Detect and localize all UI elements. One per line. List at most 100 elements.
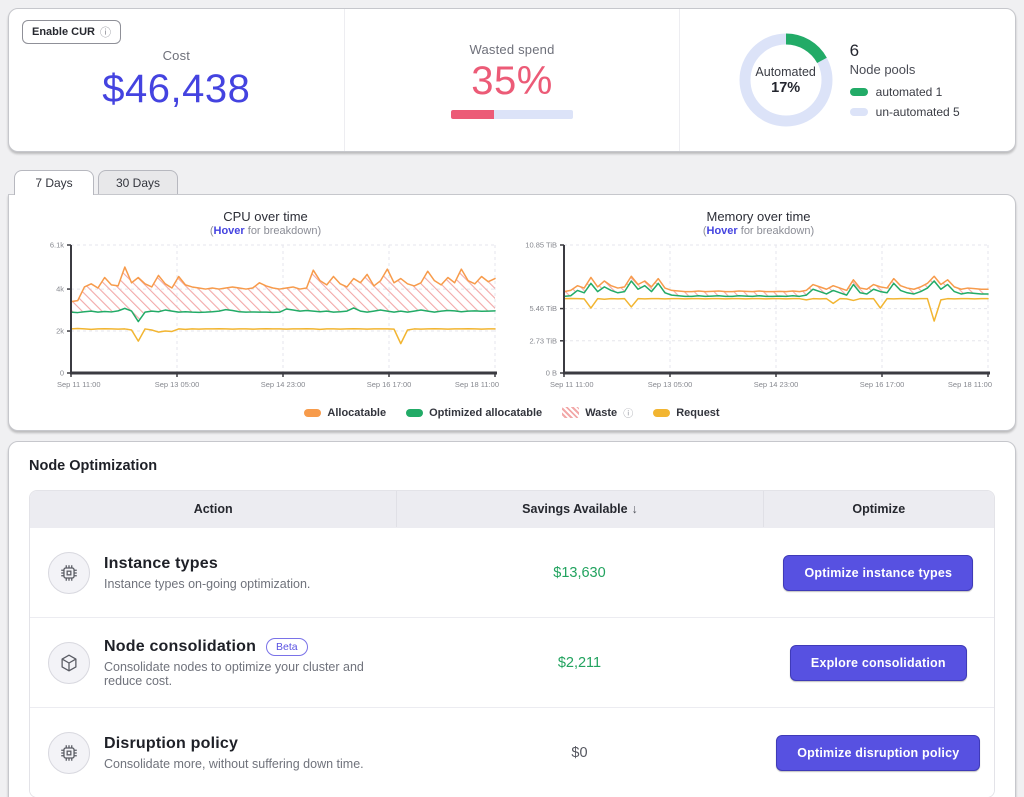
unautomated-swatch-icon <box>850 108 868 116</box>
table-row: Instance types Instance types on-going o… <box>30 527 994 617</box>
cpu-chart-subtitle: (Hover for breakdown) <box>210 225 321 237</box>
svg-text:Sep 11 11:00: Sep 11 11:00 <box>550 380 594 389</box>
svg-text:Sep 13 05:00: Sep 13 05:00 <box>647 380 692 389</box>
waste-info-icon[interactable]: ⓘ <box>623 405 633 420</box>
wasted-spend-progress-fill <box>451 110 494 119</box>
column-header-optimize: Optimize <box>763 491 994 527</box>
info-icon[interactable]: ⓘ <box>100 24 111 40</box>
savings-header-label: Savings Available <box>522 502 627 516</box>
action-cell: Instance types Instance types on-going o… <box>30 538 396 608</box>
optimize-disruption-policy-button[interactable]: Optimize disruption policy <box>776 735 980 771</box>
cost-value: $46,438 <box>102 67 250 112</box>
cpu-chart-title: CPU over time <box>223 209 308 224</box>
wasted-spend-value: 35% <box>471 59 553 104</box>
svg-text:Sep 18 11:00: Sep 18 11:00 <box>454 380 498 389</box>
hover-link: Hover <box>707 225 738 237</box>
savings-value: $13,630 <box>396 565 762 581</box>
action-description: Consolidate more, without suffering down… <box>104 757 364 771</box>
node-pools-info: 6 Node pools automated 1 un-automated 5 <box>850 41 960 119</box>
action-description: Consolidate nodes to optimize your clust… <box>104 660 386 688</box>
savings-value: $2,211 <box>396 655 762 671</box>
svg-text:Sep 16 17:00: Sep 16 17:00 <box>366 380 411 389</box>
column-header-savings[interactable]: Savings Available ↓ <box>396 491 762 527</box>
memory-chart-title: Memory over time <box>706 209 810 224</box>
svg-text:4k: 4k <box>56 285 64 294</box>
action-title: Instance types <box>104 555 218 573</box>
legend-label: Waste <box>585 407 617 419</box>
subtitle-post: for breakdown) <box>738 225 814 237</box>
legend-label: Optimized allocatable <box>429 407 542 419</box>
dashboard-page: Enable CUR ⓘ Cost $46,438 Wasted spend 3… <box>0 0 1024 797</box>
action-cell: Disruption policy Consolidate more, with… <box>30 718 396 788</box>
cube-icon <box>48 642 90 684</box>
tab-30-days[interactable]: 30 Days <box>98 170 178 194</box>
action-description: Instance types on-going optimization. <box>104 577 310 591</box>
wasted-spend-label: Wasted spend <box>469 42 554 57</box>
sort-desc-icon[interactable]: ↓ <box>632 502 638 516</box>
legend-automated-label: automated 1 <box>876 85 943 99</box>
automation-center-value: 17% <box>771 80 800 96</box>
time-range-tabs: 7 Days 30 Days <box>14 170 1016 194</box>
svg-text:Sep 14 23:00: Sep 14 23:00 <box>753 380 798 389</box>
svg-text:10.85 TiB: 10.85 TiB <box>525 241 557 250</box>
explore-consolidation-button[interactable]: Explore consolidation <box>790 645 967 681</box>
svg-text:Sep 14 23:00: Sep 14 23:00 <box>260 380 305 389</box>
legend-label: Allocatable <box>327 407 386 419</box>
svg-text:0: 0 <box>59 369 63 378</box>
svg-text:0 B: 0 B <box>545 369 556 378</box>
legend-unautomated-label: un-automated 5 <box>876 105 960 119</box>
cpu-line-chart[interactable]: 6.1k 4k 2k 0 Sep 11 11:00 Sep 13 05:00 Sep 14 … <box>27 237 505 401</box>
tab-7-days[interactable]: 7 Days <box>14 170 94 195</box>
svg-text:6.1k: 6.1k <box>49 241 63 250</box>
automation-panel: Automated 17% 6 Node pools automated 1 <box>679 9 1015 151</box>
svg-text:Sep 13 05:00: Sep 13 05:00 <box>154 380 199 389</box>
optimized-allocatable-swatch-icon <box>406 409 423 417</box>
svg-text:Sep 18 11:00: Sep 18 11:00 <box>947 380 991 389</box>
optimization-table: Action Savings Available↓ Optimize <box>29 490 995 797</box>
legend-request[interactable]: Request <box>653 407 719 419</box>
legend-item-automated: automated 1 <box>850 85 960 99</box>
legend-waste[interactable]: Waste ⓘ <box>562 405 633 420</box>
node-optimization-card: Node Optimization Action Savings Availab… <box>8 441 1016 797</box>
svg-text:5.46 TiB: 5.46 TiB <box>529 304 557 313</box>
table-header: Action Savings Available↓ Optimize <box>30 491 994 527</box>
enable-cur-button[interactable]: Enable CUR ⓘ <box>22 20 121 44</box>
table-row: Node consolidation Beta Consolidate node… <box>30 617 994 707</box>
legend-item-unautomated: un-automated 5 <box>850 105 960 119</box>
savings-value: $0 <box>396 745 762 761</box>
enable-cur-label: Enable CUR <box>32 26 95 38</box>
chip-icon <box>48 732 90 774</box>
allocatable-swatch-icon <box>304 409 321 417</box>
svg-text:2.73 TiB: 2.73 TiB <box>529 336 557 345</box>
waste-hatch-swatch-icon <box>562 407 579 418</box>
cost-label: Cost <box>163 48 191 63</box>
summary-card: Enable CUR ⓘ Cost $46,438 Wasted spend 3… <box>8 8 1016 152</box>
chip-icon <box>48 552 90 594</box>
node-pools-count: 6 <box>850 41 960 61</box>
automation-center-label: Automated <box>755 65 815 79</box>
memory-line-chart[interactable]: 10.85 TiB 5.46 TiB 2.73 TiB 0 B Sep 11 11:00… <box>520 237 998 401</box>
subtitle-post: for breakdown) <box>245 225 321 237</box>
legend-allocatable[interactable]: Allocatable <box>304 407 386 419</box>
request-swatch-icon <box>653 409 670 417</box>
cpu-chart-block: CPU over time (Hover for breakdown) 6.1k… <box>19 205 512 401</box>
wasted-spend-progress <box>451 110 573 119</box>
legend-label: Request <box>676 407 719 419</box>
node-pools-label: Node pools <box>850 62 960 77</box>
table-row: Disruption policy Consolidate more, with… <box>30 707 994 797</box>
chart-legend: Allocatable Optimized allocatable Waste … <box>19 401 1005 426</box>
svg-text:2k: 2k <box>56 327 64 336</box>
hover-link: Hover <box>214 225 245 237</box>
action-cell: Node consolidation Beta Consolidate node… <box>30 624 396 702</box>
svg-text:Sep 16 17:00: Sep 16 17:00 <box>859 380 904 389</box>
action-title: Node consolidation <box>104 638 256 656</box>
memory-chart-subtitle: (Hover for breakdown) <box>703 225 814 237</box>
optimize-instance-types-button[interactable]: Optimize instance types <box>783 555 973 591</box>
svg-text:Sep 11 11:00: Sep 11 11:00 <box>57 380 101 389</box>
memory-chart-block: Memory over time (Hover for breakdown) 1… <box>512 205 1005 401</box>
beta-badge: Beta <box>266 638 308 656</box>
legend-optimized-allocatable[interactable]: Optimized allocatable <box>406 407 542 419</box>
node-optimization-title: Node Optimization <box>29 458 995 474</box>
charts-card: CPU over time (Hover for breakdown) 6.1k… <box>8 194 1016 431</box>
action-title: Disruption policy <box>104 735 238 753</box>
